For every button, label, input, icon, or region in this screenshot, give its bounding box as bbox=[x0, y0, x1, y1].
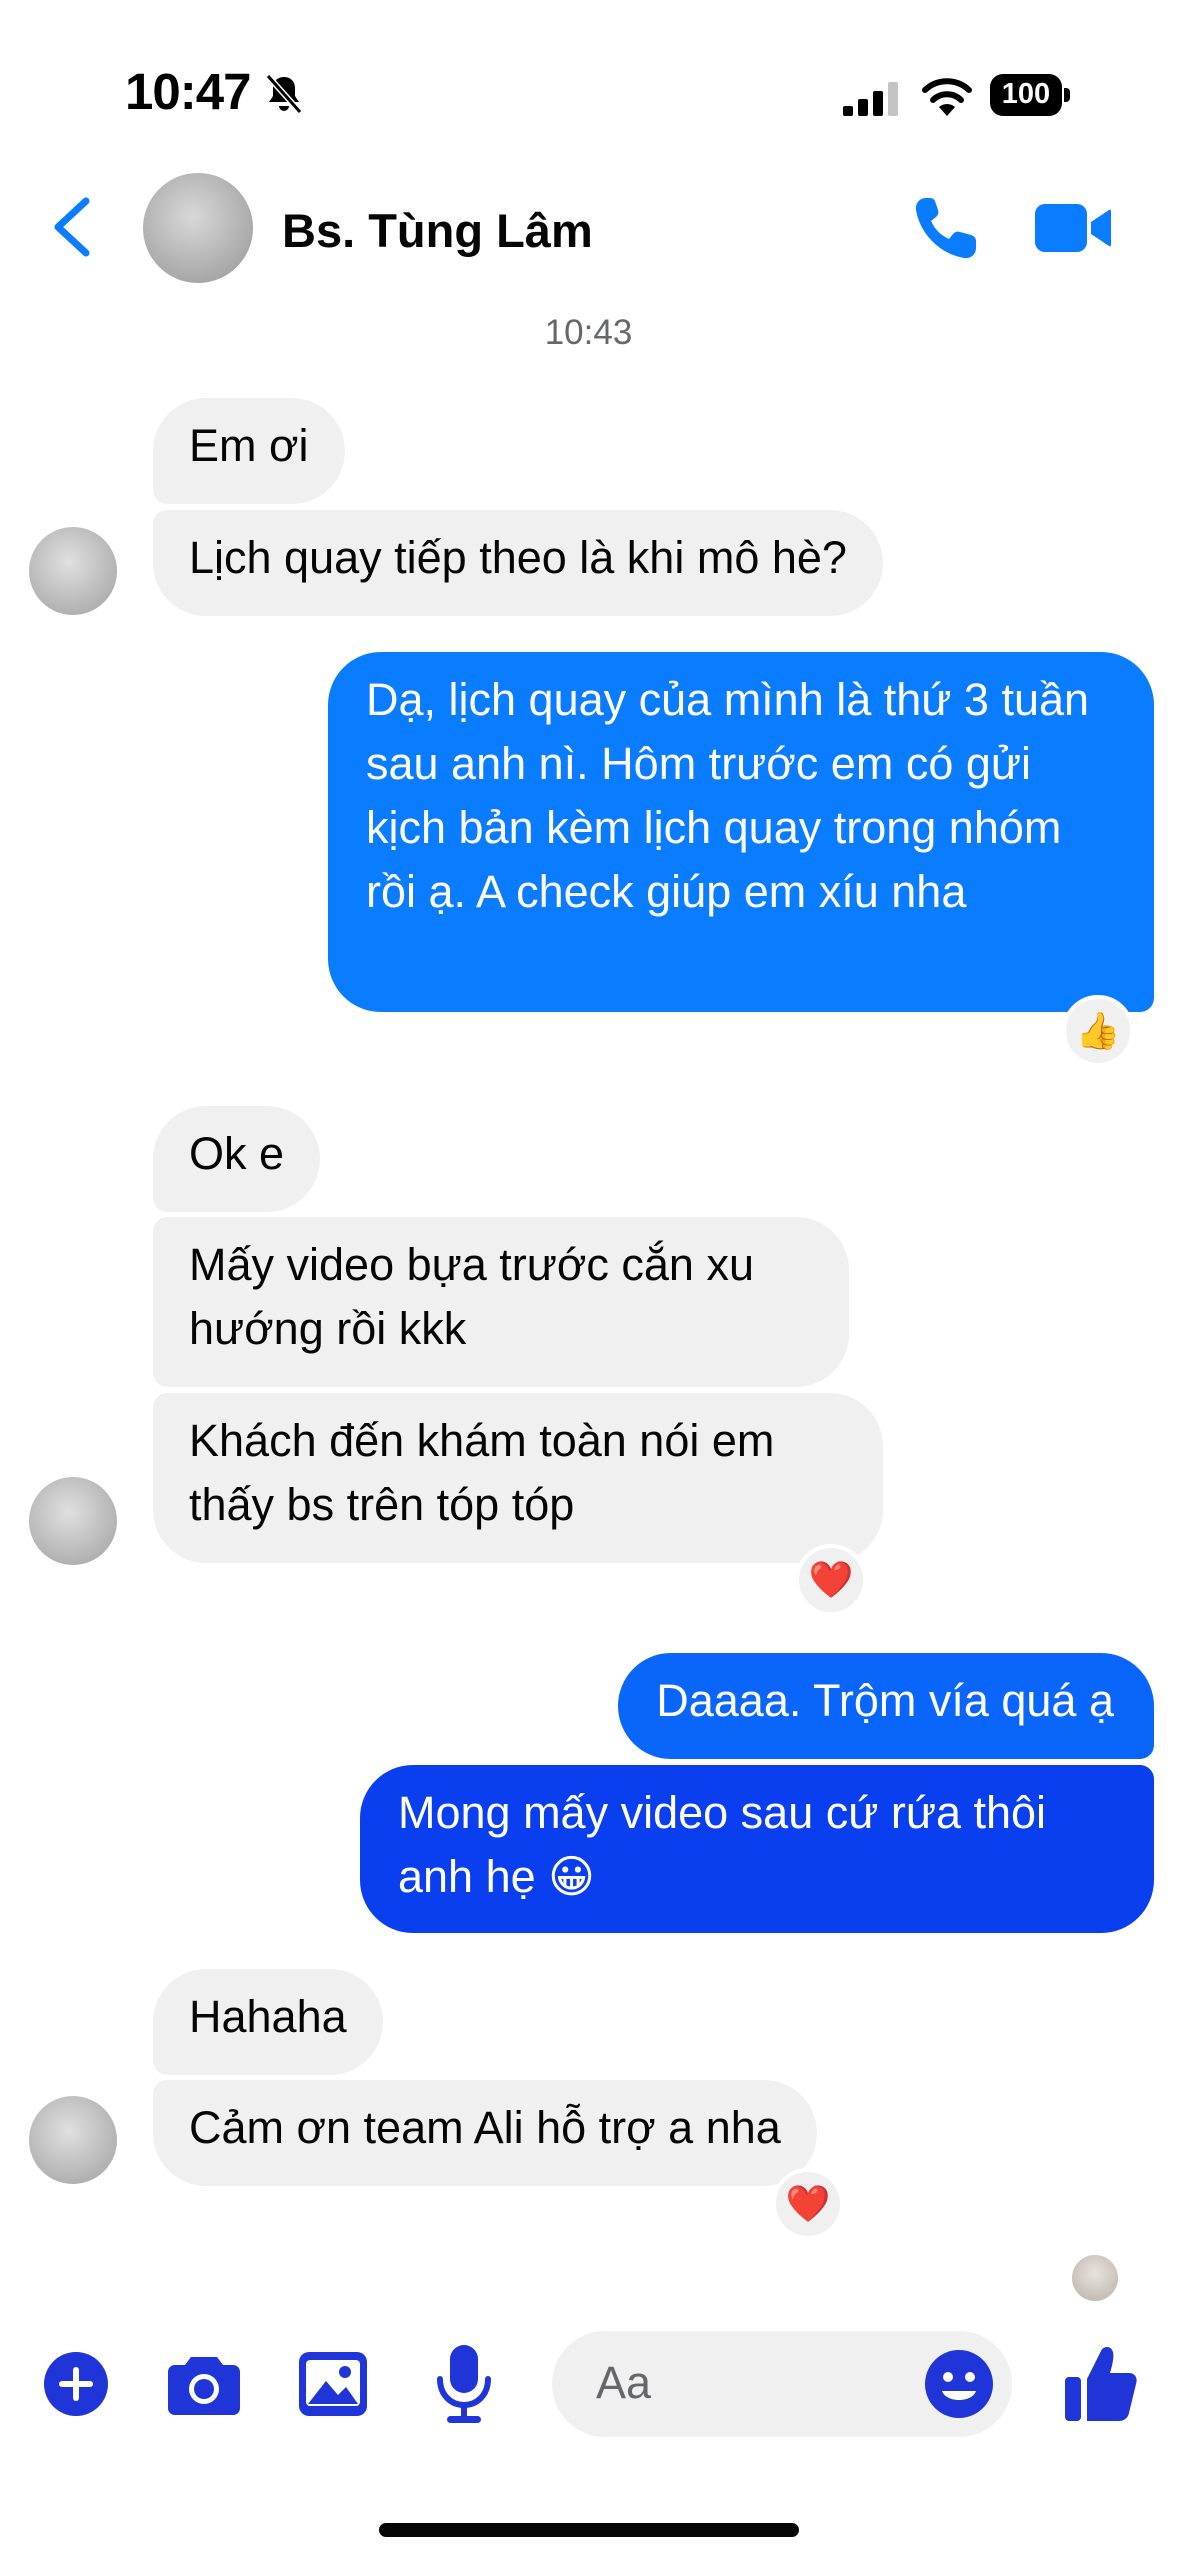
gallery-icon[interactable] bbox=[298, 2351, 368, 2417]
signal-icon bbox=[843, 82, 898, 116]
camera-icon[interactable] bbox=[167, 2351, 241, 2417]
message-input[interactable] bbox=[596, 2355, 896, 2411]
message-bubble-outgoing[interactable]: Dạ, lịch quay của mình là thứ 3 tuần sau… bbox=[328, 652, 1154, 1012]
sender-avatar[interactable] bbox=[29, 527, 117, 615]
contact-name[interactable]: Bs. Tùng Lâm bbox=[282, 203, 593, 258]
message-bubble-incoming[interactable]: Em ơi bbox=[153, 398, 345, 504]
wifi-icon bbox=[922, 78, 972, 116]
message-bubble-outgoing[interactable]: Mong mấy video sau cứ rứa thôi anh hẹ 😀 bbox=[360, 1765, 1154, 1933]
battery-level: 100 bbox=[1001, 78, 1051, 110]
home-indicator bbox=[379, 2523, 799, 2537]
seen-avatar bbox=[1070, 2253, 1120, 2303]
contact-avatar[interactable] bbox=[143, 173, 253, 283]
message-bubble-incoming[interactable]: Hahaha bbox=[153, 1969, 383, 2075]
reaction-thumbs-up[interactable]: 👍 bbox=[1062, 995, 1134, 1067]
message-bubble-incoming[interactable]: Cảm ơn team Ali hỗ trợ a nha bbox=[153, 2080, 817, 2186]
message-bubble-incoming[interactable]: Mấy video bựa trước cắn xu hướng rồi kkk bbox=[153, 1217, 849, 1387]
message-bubble-outgoing[interactable]: Daaaa. Trộm vía quá ạ bbox=[618, 1653, 1154, 1759]
video-camera-icon[interactable] bbox=[1033, 196, 1113, 260]
sender-avatar[interactable] bbox=[29, 1477, 117, 1565]
sender-avatar[interactable] bbox=[29, 2096, 117, 2184]
battery-icon: 100 bbox=[990, 74, 1072, 118]
message-bubble-incoming[interactable]: Ok e bbox=[153, 1106, 321, 1212]
message-bubble-incoming[interactable]: Lịch quay tiếp theo là khi mô hè? bbox=[153, 510, 883, 616]
back-chevron-icon[interactable] bbox=[50, 195, 94, 259]
thumbs-up-icon[interactable] bbox=[1063, 2343, 1139, 2423]
message-composer[interactable] bbox=[552, 2331, 1012, 2437]
bell-slash-icon bbox=[265, 74, 303, 114]
message-bubble-incoming[interactable]: Khách đến khám toàn nói em thấy bs trên … bbox=[153, 1393, 883, 1563]
status-time: 10:47 bbox=[125, 63, 251, 120]
microphone-icon[interactable] bbox=[435, 2343, 493, 2425]
reaction-heart[interactable]: ❤️ bbox=[772, 2168, 844, 2240]
conversation-timestamp: 10:43 bbox=[544, 313, 633, 352]
emoji-icon[interactable] bbox=[924, 2349, 994, 2419]
phone-icon[interactable] bbox=[910, 192, 982, 264]
plus-icon[interactable] bbox=[43, 2351, 109, 2417]
reaction-heart[interactable]: ❤️ bbox=[795, 1544, 867, 1616]
